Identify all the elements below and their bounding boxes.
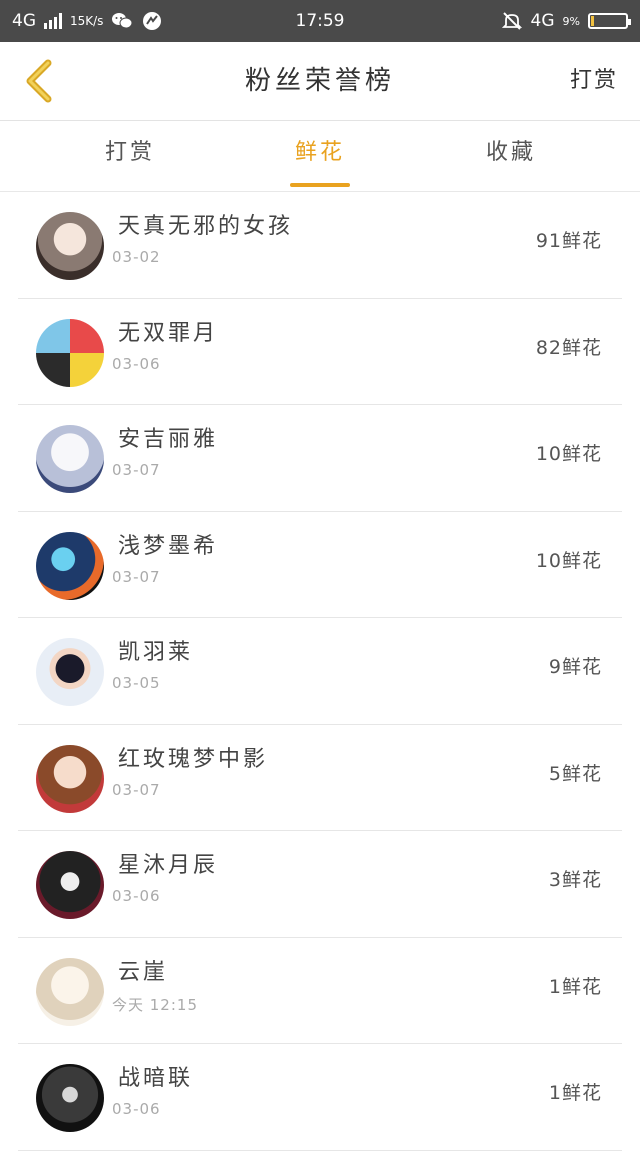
- avatar[interactable]: [36, 212, 104, 280]
- fan-name: 红玫瑰梦中影: [118, 746, 269, 772]
- battery-percent: 9%: [562, 14, 580, 28]
- list-item[interactable]: 云崖 今天 12:15 1鲜花: [18, 938, 622, 1044]
- tip-action-button[interactable]: 打赏: [570, 42, 618, 120]
- avatar[interactable]: [36, 744, 104, 813]
- status-right: 4G 9%: [501, 0, 631, 42]
- flower-count: 3鲜花: [548, 869, 602, 891]
- fan-date: 03-02: [112, 248, 161, 266]
- fan-name: 云崖: [118, 959, 169, 985]
- list-item[interactable]: 战暗联 03-06 1鲜花: [18, 1044, 622, 1151]
- active-tab-indicator: [290, 183, 350, 187]
- avatar[interactable]: [36, 851, 104, 919]
- tab-label: 收藏: [485, 140, 536, 165]
- fan-name: 凯羽莱: [118, 640, 194, 665]
- flower-count: 1鲜花: [548, 975, 602, 998]
- avatar[interactable]: [36, 531, 104, 600]
- fan-date: 03-07: [112, 461, 161, 479]
- avatar[interactable]: [36, 957, 104, 1026]
- fan-date: 03-07: [112, 567, 161, 586]
- fan-name: 安吉丽雅: [118, 427, 219, 452]
- avatar[interactable]: [36, 638, 104, 706]
- flower-count: 10鲜花: [535, 443, 602, 465]
- mute-icon: [501, 10, 523, 32]
- fan-name: 无双罪月: [118, 320, 219, 346]
- list-item[interactable]: 安吉丽雅 03-07 10鲜花: [18, 405, 622, 512]
- list-item[interactable]: 无双罪月 03-06 82鲜花: [18, 299, 622, 405]
- list-item[interactable]: 红玫瑰梦中影 03-07 5鲜花: [18, 725, 622, 831]
- fan-date: 03-06: [112, 1100, 161, 1118]
- flower-count: 9鲜花: [548, 656, 602, 678]
- tab-favorites[interactable]: 收藏: [451, 121, 571, 191]
- tab-label: 打赏: [104, 140, 155, 165]
- tab-flowers[interactable]: 鲜花: [260, 121, 380, 191]
- list-item[interactable]: 浅梦墨希 03-07 10鲜花: [18, 512, 622, 618]
- app-header: 粉丝荣誉榜 打赏: [0, 42, 640, 121]
- fan-date: 03-06: [112, 887, 161, 905]
- list-item[interactable]: 星沐月辰 03-06 3鲜花: [18, 831, 622, 938]
- fan-date: 今天 12:15: [112, 995, 198, 1014]
- fan-list: 天真无邪的女孩 03-02 91鲜花 无双罪月 03-06 82鲜花 安吉丽雅 …: [0, 192, 640, 1151]
- avatar[interactable]: [36, 318, 104, 387]
- fan-name: 天真无邪的女孩: [118, 214, 294, 239]
- tab-tip[interactable]: 打赏: [70, 121, 190, 191]
- flower-count: 5鲜花: [548, 762, 602, 785]
- tab-label: 鲜花: [294, 140, 345, 165]
- fan-date: 03-07: [112, 780, 161, 799]
- tab-bar: 打赏 鲜花 收藏: [0, 121, 640, 192]
- flower-count: 1鲜花: [548, 1082, 602, 1104]
- fan-date: 03-06: [112, 354, 161, 373]
- fan-name: 战暗联: [118, 1066, 194, 1091]
- flower-count: 82鲜花: [535, 336, 602, 359]
- list-item[interactable]: 天真无邪的女孩 03-02 91鲜花: [18, 192, 622, 299]
- list-item[interactable]: 凯羽莱 03-05 9鲜花: [18, 618, 622, 725]
- fan-name: 星沐月辰: [118, 853, 219, 878]
- fan-name: 浅梦墨希: [118, 533, 219, 559]
- flower-count: 10鲜花: [535, 549, 602, 572]
- battery-icon: [588, 13, 631, 29]
- network-type-right: 4G: [530, 11, 555, 31]
- avatar[interactable]: [36, 425, 104, 493]
- page-title: 粉丝荣誉榜: [244, 66, 395, 96]
- status-bar: 4G 15K/s 17:59 4G 9%: [0, 0, 640, 42]
- flower-count: 91鲜花: [535, 230, 602, 252]
- fan-date: 03-05: [112, 674, 161, 692]
- battery-level: [591, 16, 594, 26]
- avatar[interactable]: [36, 1064, 104, 1132]
